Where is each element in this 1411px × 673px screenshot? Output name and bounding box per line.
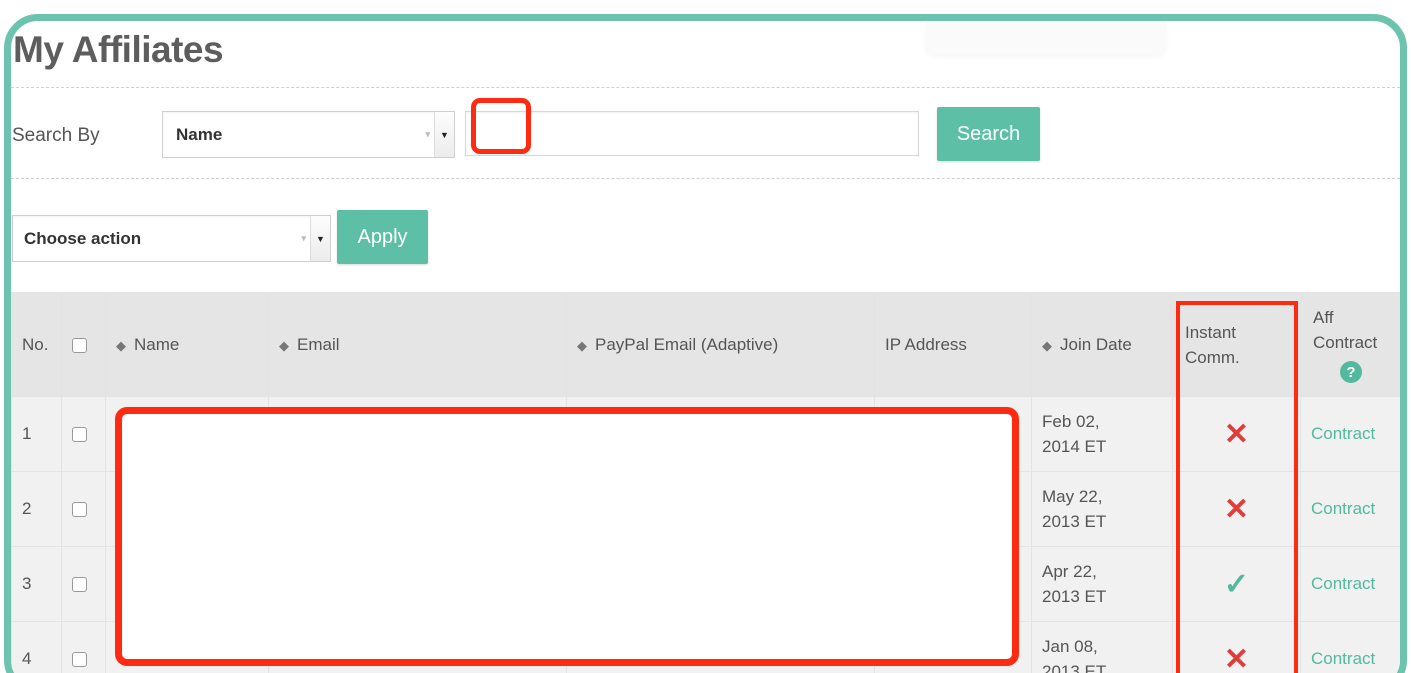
sort-icon: ◆	[1042, 337, 1052, 353]
row-join-date: May 22, 2013 ET	[1031, 471, 1173, 547]
row-join-date: Apr 22, 2013 ET	[1031, 546, 1173, 622]
col-aff-line1: Aff	[1313, 308, 1334, 328]
redaction-box	[115, 407, 1019, 666]
search-button[interactable]: Search	[937, 107, 1040, 161]
col-name-label: Name	[134, 334, 180, 354]
select-mini-icon: ▾	[301, 233, 306, 243]
row-join-date: Feb 02, 2014 ET	[1031, 396, 1173, 472]
annotation-box-search	[471, 98, 531, 154]
bulk-action-value: Choose action	[24, 228, 142, 248]
col-ip: IP Address	[874, 292, 1032, 397]
row-join-date: Jan 08, 2013 ET	[1031, 621, 1173, 673]
search-field-select[interactable]: Name ▾ ▼	[162, 111, 455, 158]
select-all-checkbox[interactable]	[72, 337, 87, 353]
row-no: 1	[11, 396, 62, 472]
annotation-box-instant-comm	[1176, 301, 1298, 673]
join-date-line1: May 22,	[1042, 487, 1103, 506]
join-date-line2: 2013 ET	[1042, 662, 1107, 673]
search-field-value: Name	[176, 124, 223, 144]
row-checkbox[interactable]	[72, 652, 87, 668]
bulk-action-select[interactable]: Choose action ▾ ▼	[12, 215, 331, 262]
row-checkbox[interactable]	[72, 502, 87, 518]
row-no: 2	[11, 471, 62, 547]
contract-link[interactable]: Contract	[1311, 499, 1375, 518]
chevron-down-icon[interactable]: ▼	[434, 112, 454, 157]
select-mini-icon: ▾	[425, 129, 430, 139]
row-checkbox[interactable]	[72, 427, 87, 443]
row-select	[61, 471, 106, 547]
page-content: My Affiliates Search By Name ▾ ▼ Search …	[11, 21, 1400, 673]
col-email[interactable]: ◆ Email	[268, 292, 567, 397]
sort-icon: ◆	[577, 337, 587, 353]
join-date-line2: 2013 ET	[1042, 512, 1107, 531]
row-no: 3	[11, 546, 62, 622]
col-aff-line2: Contract	[1313, 333, 1378, 353]
divider	[11, 87, 1400, 88]
join-date-line1: Apr 22,	[1042, 562, 1097, 581]
contract-link[interactable]: Contract	[1311, 424, 1375, 443]
apply-button[interactable]: Apply	[337, 210, 428, 264]
col-join-label: Join Date	[1060, 334, 1132, 354]
row-select	[61, 396, 106, 472]
join-date-line1: Jan 08,	[1042, 637, 1098, 656]
col-no: No.	[11, 292, 62, 397]
col-email-label: Email	[297, 334, 340, 354]
search-input[interactable]	[465, 111, 919, 156]
search-by-label: Search By	[12, 125, 100, 146]
row-checkbox[interactable]	[72, 577, 87, 593]
join-date-line2: 2014 ET	[1042, 437, 1107, 456]
join-date-line2: 2013 ET	[1042, 587, 1107, 606]
help-icon[interactable]: ?	[1340, 361, 1362, 384]
row-contract: Contract	[1300, 621, 1400, 673]
chevron-down-icon[interactable]: ▼	[310, 216, 330, 261]
col-aff-contract: Aff Contract ?	[1300, 292, 1400, 397]
screenshot-frame: My Affiliates Search By Name ▾ ▼ Search …	[4, 14, 1407, 673]
row-contract: Contract	[1300, 471, 1400, 547]
row-select	[61, 546, 106, 622]
contract-link[interactable]: Contract	[1311, 649, 1375, 668]
ghost-tab	[926, 21, 1166, 55]
col-select	[61, 292, 106, 397]
divider	[11, 178, 1400, 179]
col-paypal-label: PayPal Email (Adaptive)	[595, 334, 779, 354]
row-no: 4	[11, 621, 62, 673]
col-join[interactable]: ◆ Join Date	[1031, 292, 1173, 397]
sort-icon: ◆	[116, 337, 126, 353]
join-date-line1: Feb 02,	[1042, 412, 1100, 431]
col-paypal[interactable]: ◆ PayPal Email (Adaptive)	[566, 292, 875, 397]
page-title: My Affiliates	[13, 29, 224, 70]
row-contract: Contract	[1300, 546, 1400, 622]
contract-link[interactable]: Contract	[1311, 574, 1375, 593]
sort-icon: ◆	[279, 337, 289, 353]
col-name[interactable]: ◆ Name	[105, 292, 269, 397]
row-contract: Contract	[1300, 396, 1400, 472]
row-select	[61, 621, 106, 673]
